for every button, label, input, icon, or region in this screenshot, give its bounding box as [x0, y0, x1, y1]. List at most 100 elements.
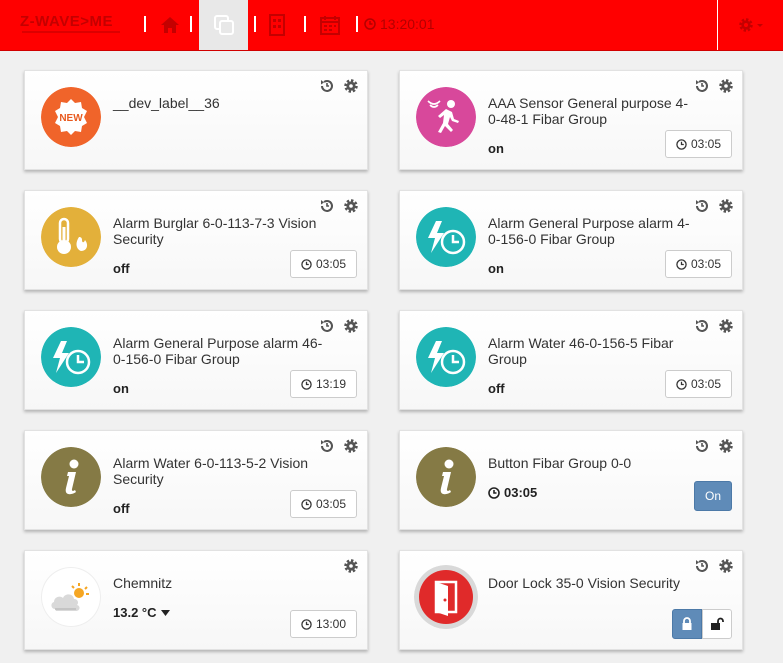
gear-icon[interactable] [718, 558, 734, 579]
clock: 13:20:01 [364, 16, 435, 32]
device-title: Alarm General Purpose alarm 4-0-156-0 Fi… [488, 215, 690, 247]
lock-button[interactable] [672, 609, 702, 639]
device-card: NEW __dev_label__36 [24, 70, 368, 170]
alarm-clock-icon [416, 207, 476, 267]
card-actions [694, 318, 734, 339]
gear-icon[interactable] [718, 438, 734, 459]
update-time-button[interactable]: 03:05 [289, 250, 357, 278]
history-icon[interactable] [694, 78, 710, 99]
elements-icon [213, 15, 234, 35]
device-title: __dev_label__36 [113, 95, 220, 111]
gear-icon[interactable] [718, 318, 734, 339]
unlock-button[interactable] [702, 609, 732, 639]
history-icon[interactable] [319, 318, 335, 339]
device-level: off [488, 381, 505, 396]
caret-down-icon [160, 609, 170, 616]
nav-separator [190, 16, 192, 32]
device-card: Alarm Water 46-0-156-5 Fibar Group off 0… [399, 310, 743, 410]
clock-time: 13:20:01 [380, 16, 435, 32]
update-time-button[interactable]: 13:19 [289, 370, 357, 398]
home-icon [161, 17, 179, 33]
logo-underline [22, 31, 120, 33]
device-level: off [113, 261, 130, 276]
gear-icon[interactable] [343, 198, 359, 219]
gear-icon[interactable] [718, 198, 734, 219]
device-level: 03:05 [488, 485, 537, 500]
update-time: 03:05 [690, 257, 721, 271]
temperature-value: 13.2 °C [113, 605, 157, 620]
on-button[interactable]: On [694, 481, 732, 511]
device-level: on [488, 141, 504, 156]
device-card: Alarm Burglar 6-0-113-7-3 Vision Securit… [24, 190, 368, 290]
device-card: Door Lock 35-0 Vision Security [399, 550, 743, 650]
lock-controls [672, 609, 732, 639]
card-actions [343, 558, 359, 579]
update-time-button[interactable]: 03:05 [664, 250, 732, 278]
gear-icon[interactable] [343, 318, 359, 339]
update-time-button[interactable]: 03:05 [289, 490, 357, 518]
card-actions [694, 198, 734, 219]
device-card: Chemnitz 13.2 °C 13:00 [24, 550, 368, 650]
gear-icon[interactable] [718, 78, 734, 99]
lock-icon [682, 617, 692, 630]
card-actions [319, 318, 359, 339]
gear-icon[interactable] [343, 78, 359, 99]
device-card: Alarm Water 6-0-113-5-2 Vision Security … [24, 430, 368, 530]
device-title: Button Fibar Group 0-0 [488, 455, 632, 471]
logo: Z-WAVE>ME [20, 13, 113, 30]
gear-icon[interactable] [343, 558, 359, 579]
update-time: 13:00 [315, 617, 346, 631]
device-title: Alarm Water 6-0-113-5-2 Vision Security [113, 455, 309, 487]
unlock-icon [711, 617, 724, 630]
rooms-button[interactable] [262, 0, 292, 50]
clock-icon [301, 498, 312, 510]
rooms-icon [269, 14, 285, 36]
card-actions [694, 558, 734, 579]
history-icon[interactable] [319, 78, 335, 99]
settings-menu-button[interactable] [717, 0, 783, 50]
home-button[interactable] [153, 0, 187, 50]
clock-icon [676, 258, 687, 270]
device-title: Chemnitz [113, 575, 173, 591]
alarm-clock-icon [41, 327, 101, 387]
elements-tab[interactable] [199, 0, 248, 50]
clock-icon [301, 618, 312, 630]
nav-separator [356, 16, 358, 32]
gear-icon [739, 18, 763, 32]
update-time-button[interactable]: 13:00 [289, 610, 357, 638]
level-time: 03:05 [504, 485, 538, 500]
gear-icon[interactable] [343, 438, 359, 459]
history-icon[interactable] [694, 198, 710, 219]
history-icon[interactable] [694, 558, 710, 579]
clock-icon [676, 378, 687, 390]
events-button[interactable] [313, 0, 347, 50]
device-level: on [488, 261, 504, 276]
nav-separator [144, 16, 146, 32]
history-icon[interactable] [319, 198, 335, 219]
update-time: 03:05 [690, 137, 721, 151]
weather-icon [41, 567, 101, 627]
card-actions [694, 78, 734, 99]
temperature-dropdown[interactable]: 13.2 °C [113, 605, 170, 620]
nav-separator [304, 16, 306, 32]
device-title: AAA Sensor General purpose 4-0-48-1 Fiba… [488, 95, 689, 127]
events-icon [320, 16, 340, 35]
card-actions [694, 438, 734, 459]
clock-icon [488, 486, 500, 499]
device-card: AAA Sensor General purpose 4-0-48-1 Fiba… [399, 70, 743, 170]
history-icon[interactable] [694, 318, 710, 339]
door-icon [414, 565, 478, 629]
card-actions [319, 78, 359, 99]
history-icon[interactable] [319, 438, 335, 459]
update-time-button[interactable]: 03:05 [664, 370, 732, 398]
clock-icon [364, 18, 376, 30]
card-actions [319, 198, 359, 219]
history-icon[interactable] [694, 438, 710, 459]
device-card: Button Fibar Group 0-0 03:05 On [399, 430, 743, 530]
info-icon [41, 447, 101, 507]
update-time: 13:19 [315, 377, 346, 391]
update-time-button[interactable]: 03:05 [664, 130, 732, 158]
clock-icon [301, 258, 312, 270]
device-title: Alarm General Purpose alarm 46-0-156-0 F… [113, 335, 323, 367]
update-time: 03:05 [315, 497, 346, 511]
